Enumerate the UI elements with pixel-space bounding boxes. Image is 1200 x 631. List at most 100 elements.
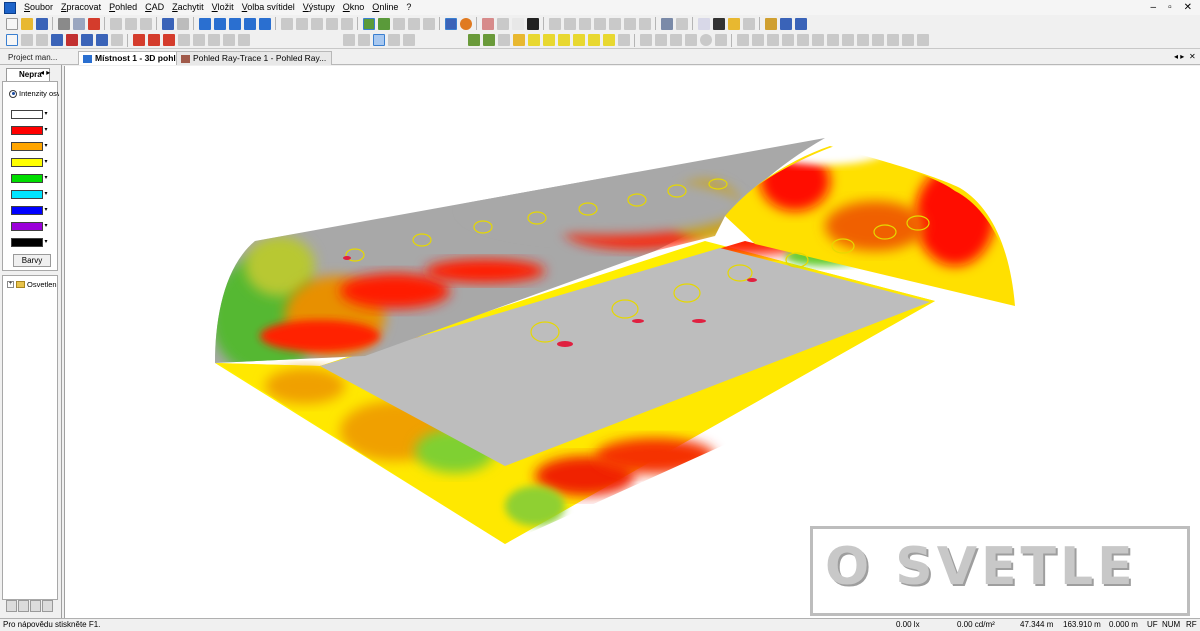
close-icon[interactable]: ✕	[1184, 2, 1192, 13]
3d-viewport[interactable]: O SVETLE	[64, 66, 1200, 618]
tool-icon[interactable]	[623, 17, 636, 30]
tool-icon[interactable]	[162, 34, 175, 46]
save-icon[interactable]	[35, 17, 48, 30]
tool-icon[interactable]	[496, 17, 509, 30]
tool-icon[interactable]	[779, 17, 792, 30]
tool-icon[interactable]	[608, 17, 621, 30]
restore-icon[interactable]: ▫	[1168, 2, 1172, 13]
tool-icon[interactable]	[617, 34, 630, 46]
color-swatch-row[interactable]: ▾	[11, 157, 51, 168]
tab-3d-view[interactable]: Místnost 1 - 3D pohled	[78, 51, 192, 65]
panel-tab-arrows[interactable]: ◂ ▸	[40, 68, 50, 77]
tool-icon[interactable]	[684, 34, 697, 46]
color-swatch[interactable]	[11, 206, 43, 215]
tool-icon[interactable]	[512, 34, 525, 46]
tool-icon[interactable]	[526, 17, 539, 30]
color-swatch-row[interactable]: ▾	[11, 109, 51, 120]
tool-icon[interactable]	[794, 17, 807, 30]
tab-raytrace-view[interactable]: Pohled Ray-Trace 1 - Pohled Ray...	[176, 51, 333, 65]
line-icon[interactable]	[639, 34, 652, 46]
illuminance-radio[interactable]: Intenzity osv	[9, 89, 59, 98]
tool-icon[interactable]	[548, 17, 561, 30]
color-swatch[interactable]	[11, 158, 43, 167]
tool-icon[interactable]	[542, 34, 555, 46]
tool-icon[interactable]	[407, 17, 420, 30]
radio-button[interactable]	[9, 89, 17, 98]
color-swatch-row[interactable]: ▾	[11, 141, 51, 152]
tool-icon[interactable]	[110, 34, 123, 46]
menu-pohled[interactable]: Pohled	[105, 0, 141, 15]
dropdown-arrow-icon[interactable]: ▾	[43, 158, 49, 167]
menu-cad[interactable]: CAD	[141, 0, 168, 15]
tool-icon[interactable]	[602, 34, 615, 46]
tool-icon[interactable]	[280, 17, 293, 30]
color-swatch[interactable]	[11, 222, 43, 231]
tool-icon[interactable]	[237, 34, 250, 46]
pdf-icon[interactable]	[87, 17, 100, 30]
tool-icon[interactable]	[372, 34, 385, 46]
menu-zpracovat[interactable]: Zpracovat	[57, 0, 105, 15]
tool-icon[interactable]	[593, 17, 606, 30]
dropdown-arrow-icon[interactable]: ▾	[43, 238, 49, 247]
tool-icon[interactable]	[497, 34, 510, 46]
color-swatch-row[interactable]: ▾	[11, 189, 51, 200]
tool-icon[interactable]	[482, 34, 495, 46]
tool-icon[interactable]	[50, 34, 63, 46]
tool-icon[interactable]	[20, 34, 33, 46]
panel-bottom-tab[interactable]	[30, 600, 41, 612]
tool-icon[interactable]	[572, 34, 585, 46]
tool-icon[interactable]	[841, 34, 854, 46]
color-swatch-row[interactable]: ▾	[11, 173, 51, 184]
tool-icon[interactable]	[764, 17, 777, 30]
dropdown-arrow-icon[interactable]: ▾	[43, 190, 49, 199]
new-file-icon[interactable]	[5, 17, 18, 30]
tool-icon[interactable]	[325, 17, 338, 30]
document-icon[interactable]	[697, 17, 710, 30]
tool-icon[interactable]	[901, 34, 914, 46]
paste-icon[interactable]	[139, 17, 152, 30]
color-swatch[interactable]	[11, 238, 43, 247]
menu-soubor[interactable]: Soubor	[20, 0, 57, 15]
tool-icon[interactable]	[742, 17, 755, 30]
print-icon[interactable]	[57, 17, 70, 30]
calc-icon[interactable]	[377, 17, 390, 30]
menu-vlozit[interactable]: Vložit	[208, 0, 238, 15]
view-3d-icon[interactable]	[198, 17, 211, 30]
view-top-icon[interactable]	[243, 17, 256, 30]
light-icon[interactable]	[459, 17, 472, 30]
tool-icon[interactable]	[856, 34, 869, 46]
tool-icon[interactable]	[871, 34, 884, 46]
tool-icon[interactable]	[392, 17, 405, 30]
tool-icon[interactable]	[481, 17, 494, 30]
tool-icon[interactable]	[192, 34, 205, 46]
dropdown-arrow-icon[interactable]: ▾	[43, 126, 49, 135]
colors-button[interactable]: Barvy	[13, 254, 51, 267]
panel-bottom-tab[interactable]	[42, 600, 53, 612]
tool-icon[interactable]	[638, 17, 651, 30]
tool-icon[interactable]	[310, 17, 323, 30]
dropdown-arrow-icon[interactable]: ▾	[43, 206, 49, 215]
tab-scroll-arrows[interactable]: ◂ ▸	[1174, 52, 1184, 61]
app-icon[interactable]	[4, 1, 16, 14]
expand-icon[interactable]: +	[7, 281, 14, 288]
color-swatch-row[interactable]: ▾	[11, 237, 51, 248]
open-folder-icon[interactable]	[20, 17, 33, 30]
menu-volba-svitidel[interactable]: Volba svítidel	[238, 0, 299, 15]
tool-icon[interactable]	[712, 17, 725, 30]
print-preview-icon[interactable]	[72, 17, 85, 30]
tool-icon[interactable]	[402, 34, 415, 46]
close-tab-icon[interactable]: ✕	[1189, 52, 1196, 61]
tool-icon[interactable]	[387, 34, 400, 46]
dropdown-arrow-icon[interactable]: ▾	[43, 110, 49, 119]
tool-icon[interactable]	[177, 34, 190, 46]
tool-icon[interactable]	[340, 17, 353, 30]
tool-icon[interactable]	[796, 34, 809, 46]
tab-project-manager[interactable]: Project man...	[2, 51, 62, 65]
dropdown-arrow-icon[interactable]: ▾	[43, 142, 49, 151]
tool-icon[interactable]	[147, 34, 160, 46]
color-swatch[interactable]	[11, 190, 43, 199]
tool-icon[interactable]	[578, 17, 591, 30]
tool-icon[interactable]	[714, 34, 727, 46]
render-icon[interactable]	[362, 17, 375, 30]
tool-icon[interactable]	[675, 17, 688, 30]
